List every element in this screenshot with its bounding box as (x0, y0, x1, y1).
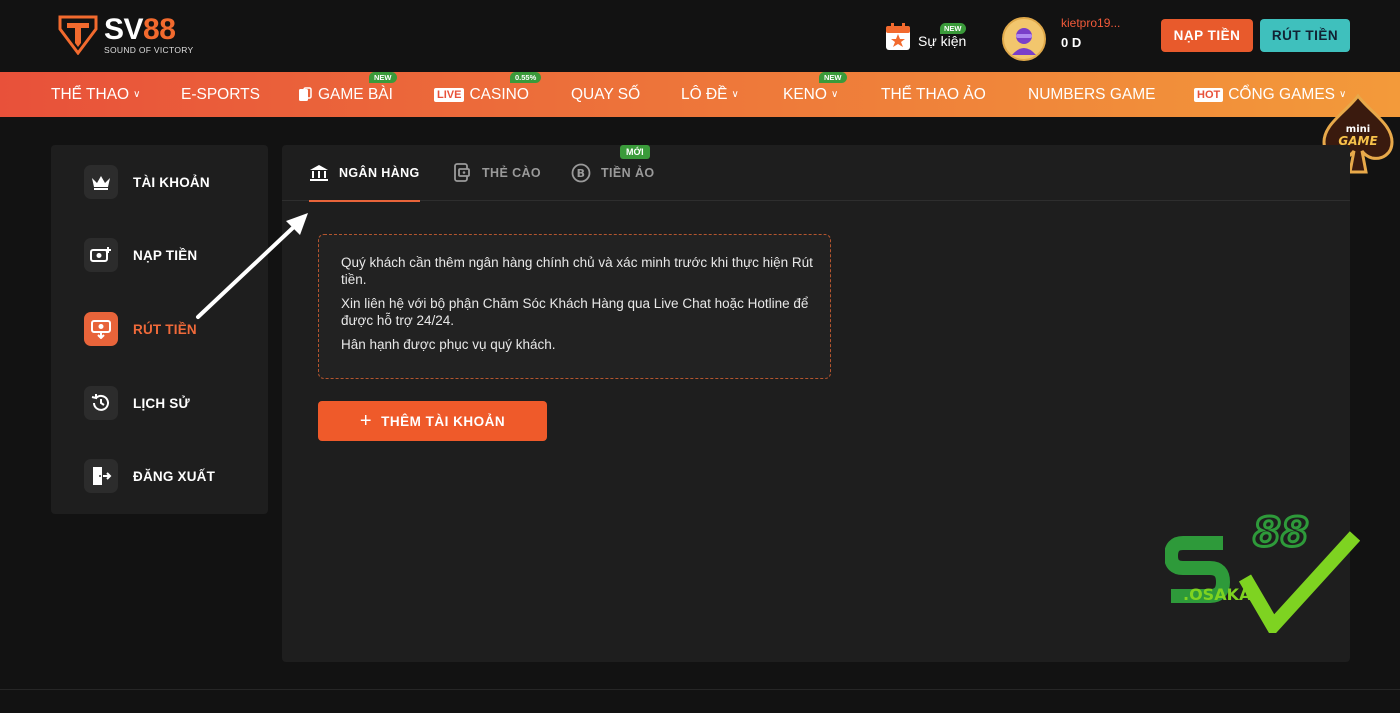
add-account-button[interactable]: + THÊM TÀI KHOẢN (318, 401, 547, 441)
new-badge: NEW (819, 72, 847, 83)
calendar-star-icon (886, 23, 910, 50)
nav-the-thao-ao[interactable]: THỂ THAO ẢO (881, 72, 986, 117)
username: kietpro19... (1061, 16, 1121, 30)
nav-label: CASINO (469, 85, 529, 103)
bank-icon (309, 164, 329, 182)
logout-icon (84, 459, 118, 493)
svg-text:B: B (577, 167, 586, 180)
plus-icon: + (359, 410, 373, 432)
chevron-down-icon: ∨ (133, 89, 141, 100)
tab-label: TIỀN ẢO (601, 166, 655, 180)
chevron-down-icon: ∨ (731, 89, 739, 100)
withdraw-icon (84, 312, 118, 346)
sidebar-item-label: NẠP TIỀN (133, 247, 198, 263)
nav-keno[interactable]: KENO ∨ NEW (783, 72, 847, 117)
hot-tag: HOT (1194, 87, 1224, 102)
logo-wordmark: SV88 (104, 13, 176, 47)
withdraw-button[interactable]: RÚT TIỀN (1260, 19, 1350, 52)
add-account-label: THÊM TÀI KHOẢN (381, 413, 506, 429)
bitcoin-icon: B (571, 163, 591, 183)
tab-ngan-hang[interactable]: NGÂN HÀNG (309, 145, 420, 202)
logo-88: 88 (143, 13, 176, 46)
event-label: Sự kiện (918, 33, 967, 49)
notice-line: Xin liên hệ với bộ phận Chăm Sóc Khách H… (341, 296, 809, 328)
nav-label: GAME BÀI (318, 85, 393, 103)
chevron-down-icon: ∨ (830, 89, 839, 100)
user-avatar-icon (1012, 28, 1036, 55)
shield-logo-icon (58, 15, 98, 55)
sidebar-item-dang-xuat[interactable]: ĐĂNG XUẤT (84, 458, 215, 494)
nav-lo-de[interactable]: LÔ ĐỀ ∨ (681, 72, 739, 117)
nav-label: NUMBERS GAME (1028, 85, 1156, 103)
notice-line: Quý khách cần thêm ngân hàng chính chủ v… (341, 255, 813, 287)
nav-quay-so[interactable]: QUAY SỐ (571, 72, 640, 117)
sidebar-item-label: ĐĂNG XUẤT (133, 468, 216, 484)
nav-label: THỂ THAO (51, 85, 130, 103)
nav-label: KENO (783, 85, 827, 103)
nav-label: LÔ ĐỀ (681, 85, 728, 103)
new-badge: NEW (369, 72, 397, 83)
sidebar-item-label: TÀI KHOẢN (133, 174, 210, 190)
watermark-88: 88 (1253, 510, 1309, 556)
watermark-osaka: .OSAKA (1183, 585, 1252, 604)
tab-label: NGÂN HÀNG (339, 166, 420, 180)
nav-label: E-SPORTS (181, 85, 260, 103)
balance: 0 D (1061, 35, 1082, 50)
sv88-logo[interactable]: SV88 SOUND OF VICTORY (57, 13, 193, 57)
deposit-button[interactable]: NẠP TIỀN (1161, 19, 1253, 52)
bank-required-notice: Quý khách cần thêm ngân hàng chính chủ v… (318, 234, 831, 379)
event-link[interactable]: NEW Sự kiện (884, 22, 974, 54)
nav-esports[interactable]: E-SPORTS (181, 72, 260, 117)
tab-label: THẺ CÀO (482, 166, 542, 180)
osaka-watermark-icon: 88 .OSAKA (1165, 509, 1360, 633)
avatar[interactable] (1002, 17, 1046, 61)
annotation-arrow-icon (196, 213, 308, 319)
sidebar-item-tai-khoan[interactable]: TÀI KHOẢN (84, 164, 210, 200)
account-sidebar: TÀI KHOẢN NẠP TIỀN RÚT TIỀN LỊCH SỬ ĐĂNG… (51, 145, 268, 514)
crown-icon (84, 165, 118, 199)
withdraw-method-tabs: NGÂN HÀNG THẺ CÀO B TIỀN ẢO MỚI (282, 145, 1350, 202)
nav-game-bai[interactable]: GAME BÀI NEW (297, 72, 397, 117)
sidebar-item-lich-su[interactable]: LỊCH SỬ (84, 385, 190, 421)
tab-the-cao[interactable]: THẺ CÀO (452, 145, 541, 201)
sidebar-item-nap-tien[interactable]: NẠP TIỀN (84, 237, 197, 273)
logo-sv: SV (104, 13, 144, 46)
nav-label: QUAY SỐ (571, 85, 641, 103)
nav-the-thao[interactable]: THỂ THAO ∨ (51, 72, 140, 117)
deposit-icon (84, 238, 118, 272)
top-header: SV88 SOUND OF VICTORY NEW Sự kiện kietpr… (0, 0, 1400, 72)
sidebar-item-label: RÚT TIỀN (133, 321, 197, 337)
nav-numbers-game[interactable]: NUMBERS GAME (1028, 72, 1155, 117)
nav-live-casino[interactable]: LIVE CASINO 0.55% (434, 72, 542, 117)
new-badge: MỚI (620, 145, 650, 159)
footer-divider (0, 689, 1400, 690)
sidebar-item-rut-tien[interactable]: RÚT TIỀN (84, 311, 197, 347)
nav-label: THỂ THAO ẢO (881, 85, 986, 103)
live-tag: LIVE (434, 87, 465, 102)
main-nav: THỂ THAO ∨ E-SPORTS GAME BÀI NEW LIVE CA… (0, 72, 1400, 117)
sidebar-item-label: LỊCH SỬ (133, 395, 190, 411)
rebate-badge: 0.55% (510, 72, 542, 83)
logo-tagline: SOUND OF VICTORY (104, 45, 194, 55)
card-icon (452, 163, 472, 183)
notice-line: Hân hạnh được phục vụ quý khách. (341, 337, 556, 352)
cards-icon (299, 86, 312, 101)
history-icon (84, 386, 118, 420)
